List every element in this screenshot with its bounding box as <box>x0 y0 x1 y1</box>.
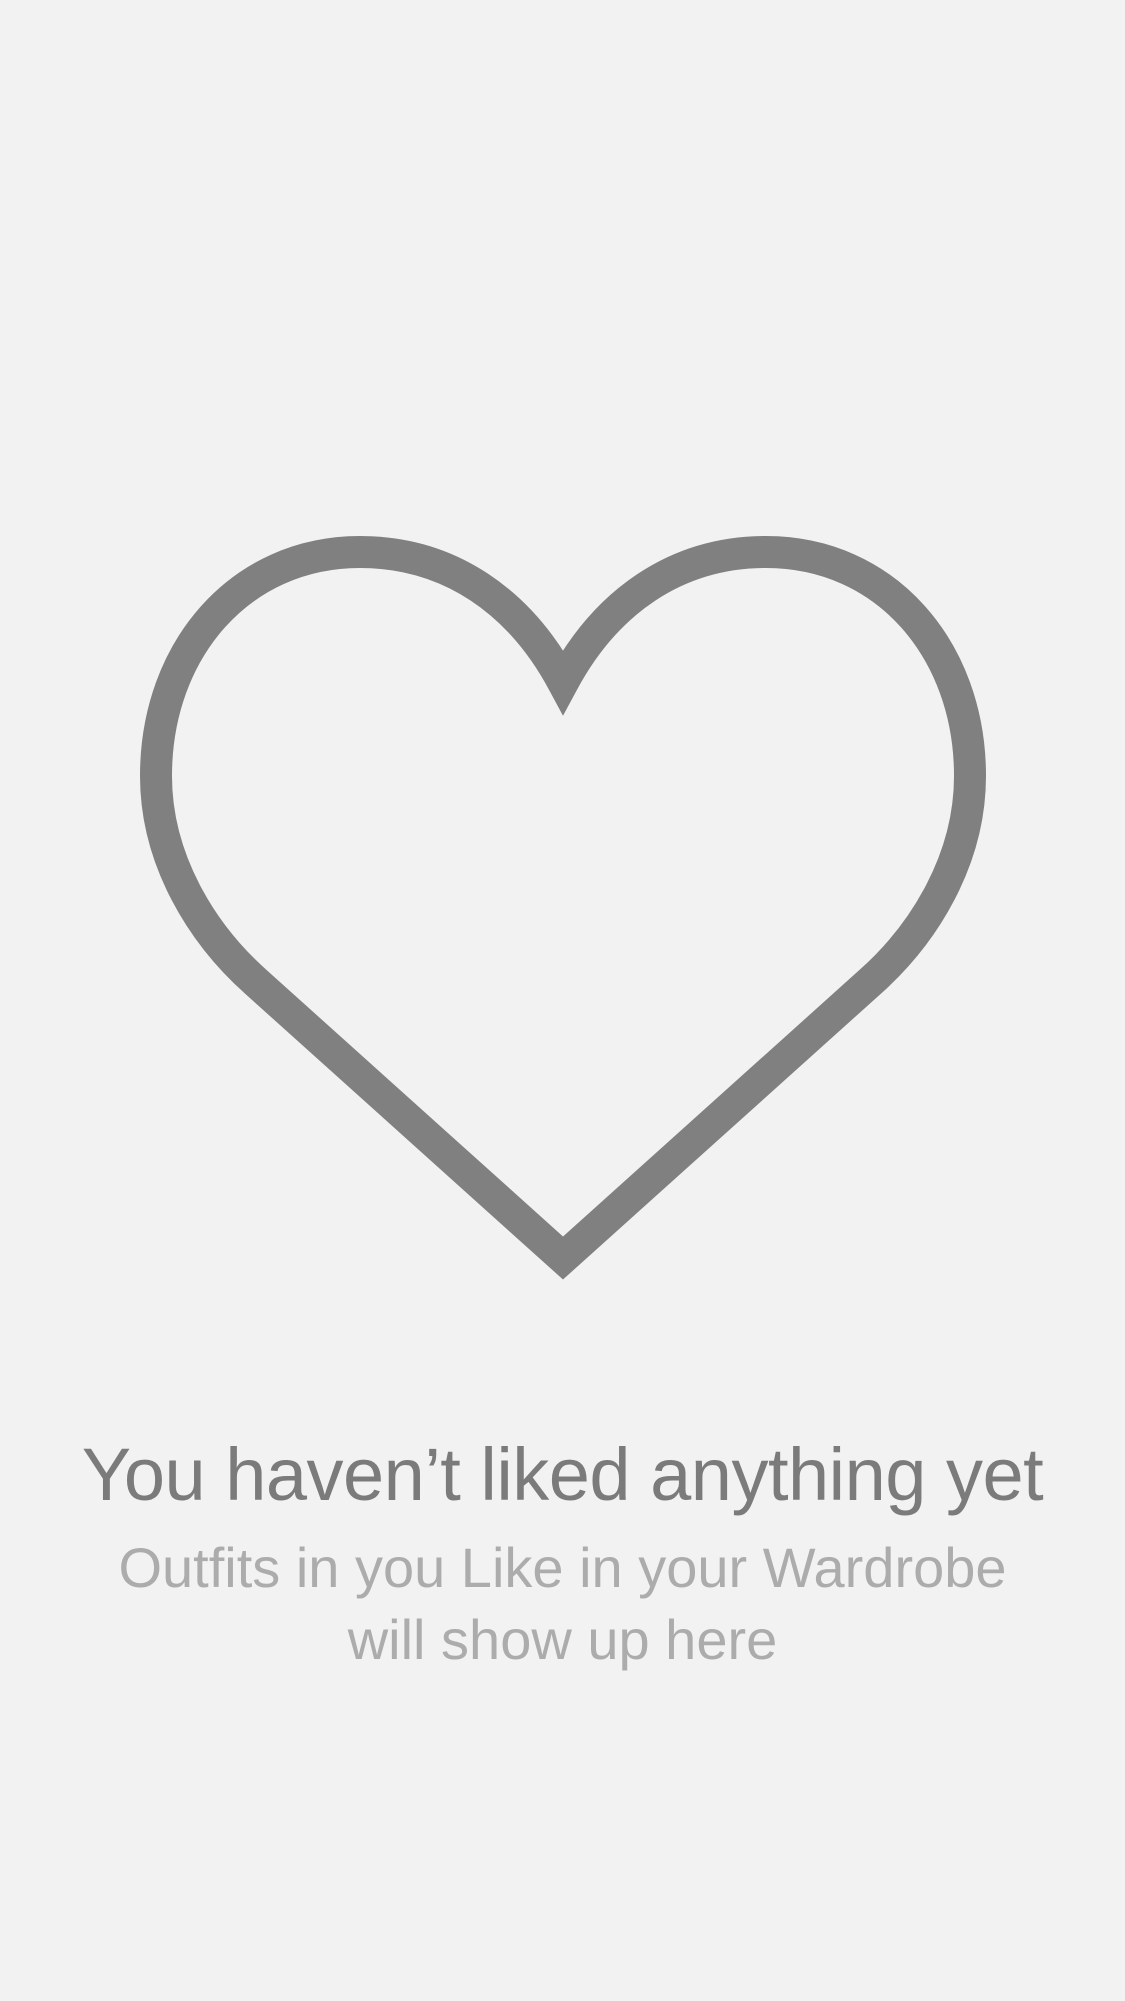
empty-state-subtitle-line1: Outfits in you Like in your Wardrobe <box>118 1536 1007 1599</box>
empty-state-subtitle: Outfits in you Like in your Wardrobe wil… <box>0 1532 1125 1676</box>
empty-state-title: You haven’t liked anything yet <box>81 1433 1044 1516</box>
empty-state-subtitle-line2: will show up here <box>347 1608 778 1671</box>
heart-outline-icon <box>140 520 986 1312</box>
empty-state: You haven’t liked anything yet Outfits i… <box>0 0 1125 2001</box>
